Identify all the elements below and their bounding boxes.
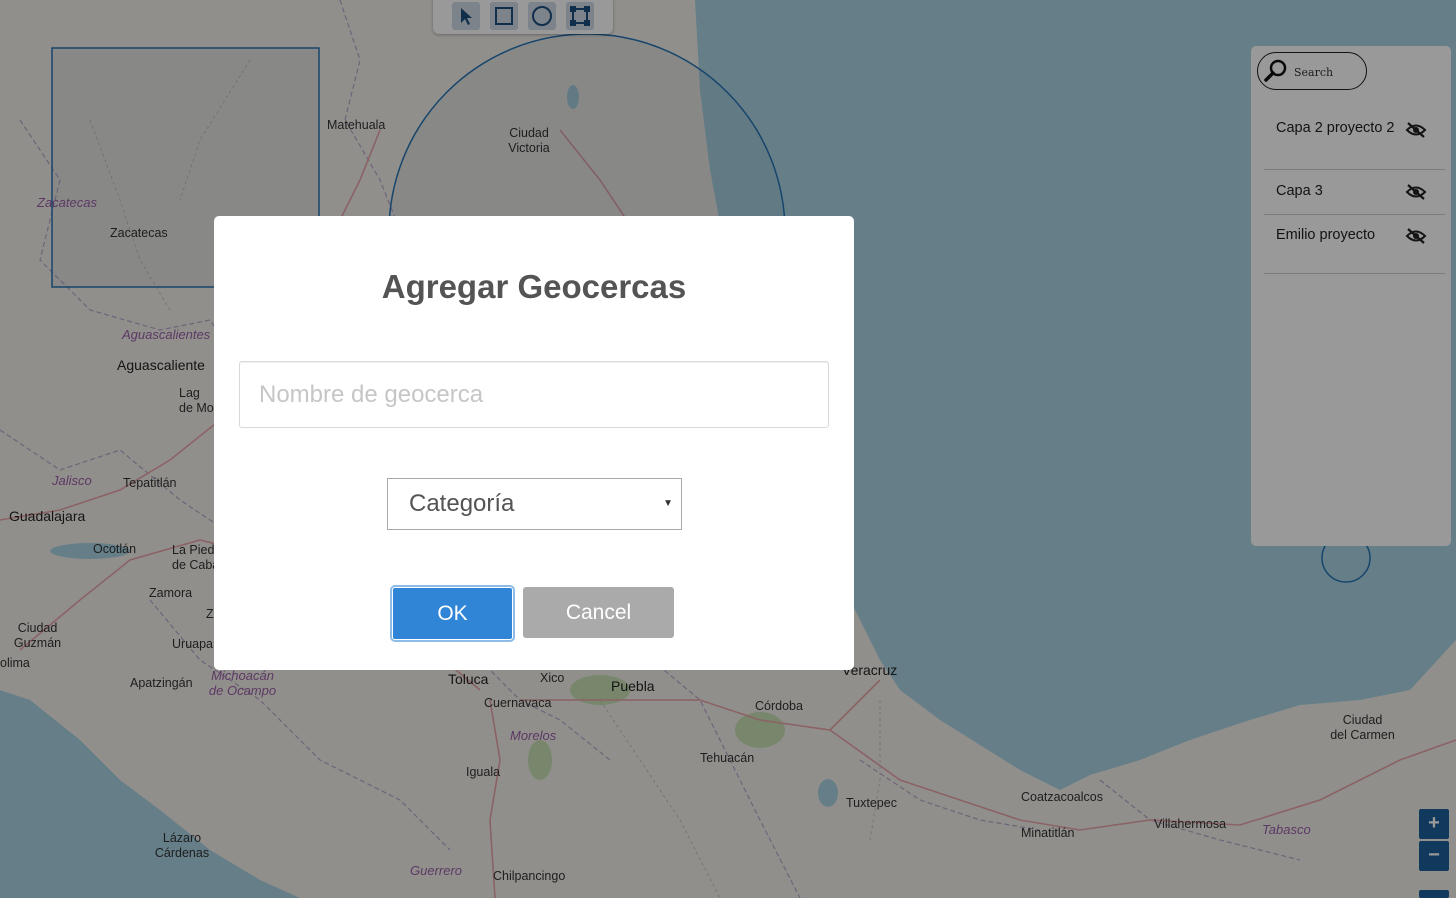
dialog-title: Agregar Geocercas (381, 268, 687, 305)
add-geofence-dialog: Agregar Geocercas Categoría ▼ OK Cancel (214, 216, 854, 670)
dropdown-arrow-icon: ▼ (663, 498, 673, 509)
geofence-name-input[interactable] (239, 361, 829, 428)
ok-button[interactable]: OK (392, 587, 513, 640)
category-selected-value: Categoría (409, 490, 515, 517)
cancel-button[interactable]: Cancel (523, 587, 674, 638)
category-select[interactable]: Categoría ▼ (387, 478, 682, 530)
